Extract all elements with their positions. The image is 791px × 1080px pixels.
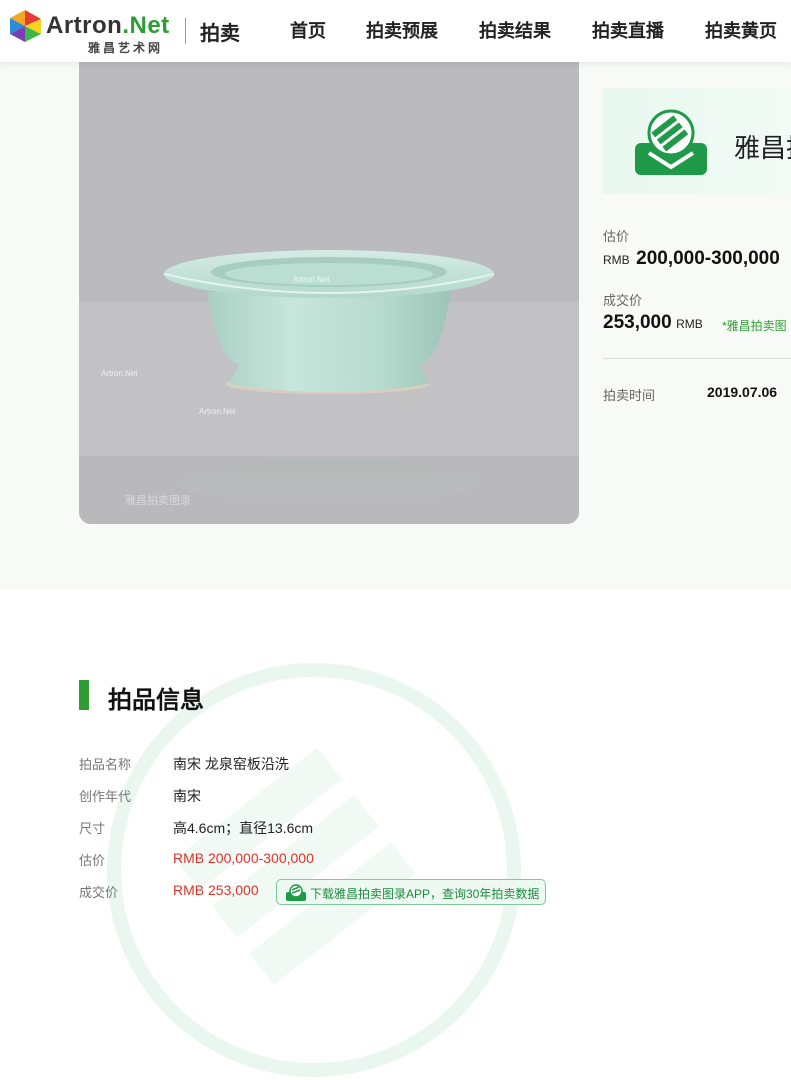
artron-auction-app-banner[interactable]: 雅昌拍 [603,88,791,194]
logo-subtitle: 雅昌艺术网 [88,41,164,55]
estimate-value: RMB 200,000-300,000 [603,248,780,269]
artron-logo[interactable]: Artron.Net 雅昌艺术网 [8,9,178,55]
lot-info-heading: 拍品信息 [108,687,204,714]
nav-auction-live[interactable]: 拍卖直播 [592,17,664,43]
download-app-button[interactable]: 下载雅昌拍卖图录APP，查询30年拍卖数据 [276,879,546,905]
artron-app-icon [286,884,306,901]
info-value-name: 南宋 龙泉窑板沿洗 [173,756,289,772]
photo-corner-watermark: 雅昌拍卖图录 [125,495,191,507]
info-label-estimate: 估价 [79,853,106,868]
site-header: Artron.Net 雅昌艺术网 拍卖 首页 拍卖预展 拍卖结果 拍卖直播 拍卖… [0,0,791,62]
nav-auction-directory[interactable]: 拍卖黄页 [705,17,777,43]
nav-auction-results[interactable]: 拍卖结果 [479,17,551,43]
banner-text: 雅昌拍 [734,133,791,163]
logo-divider [185,18,186,44]
info-value-size: 高4.6cm；直径13.6cm [173,820,314,836]
divider [603,358,791,359]
photo-watermark: Artron.Net [199,407,236,416]
info-value-deal-price: RMB 253,000 [173,882,259,898]
celadon-washer-image [79,62,579,524]
section-title[interactable]: 拍卖 [200,17,240,46]
download-app-text: 下载雅昌拍卖图录APP，查询30年拍卖数据 [310,887,540,901]
info-label-period: 创作年代 [79,789,132,804]
info-value-period: 南宋 [173,788,201,804]
auction-time-value: 2019.07.06 [707,384,778,400]
info-label-name: 拍品名称 [79,757,132,772]
deal-price-value: 253,000 RMB [603,312,703,333]
estimate-label: 估价 [603,229,630,244]
logo-brand: Artron.Net [46,12,170,39]
deal-price-label: 成交价 [603,293,643,308]
info-label-deal-price: 成交价 [79,885,119,900]
artron-logo-icon [10,10,41,42]
nav-home[interactable]: 首页 [290,17,326,43]
lot-photo[interactable]: Artron.Net Artron.Net Artron.Net 雅昌拍卖图录 [79,62,579,524]
auction-time-label: 拍卖时间 [603,388,656,403]
background-watermark-logo [107,663,521,1077]
section-accent-bar [79,680,89,710]
artron-auction-logo-icon [635,109,707,175]
nav-auction-preview[interactable]: 拍卖预展 [366,17,438,43]
lot-summary-section: Artron.Net Artron.Net Artron.Net 雅昌拍卖图录 … [0,62,791,589]
photo-watermark: Artron.Net [101,369,138,378]
info-value-estimate: RMB 200,000-300,000 [173,850,314,866]
info-label-size: 尺寸 [79,821,106,836]
photo-watermark: Artron.Net [293,275,330,284]
deal-price-source-note[interactable]: *雅昌拍卖图 [722,317,787,334]
